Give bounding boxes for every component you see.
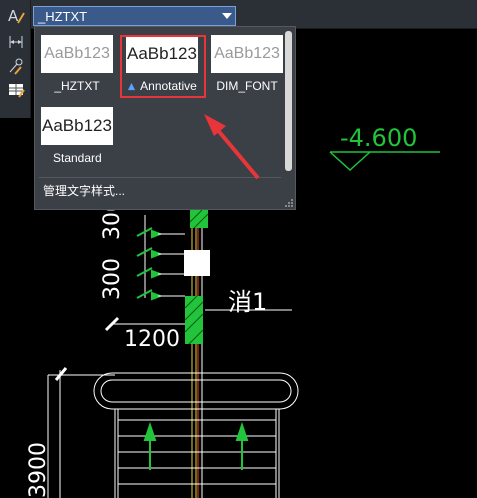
annotation-arrow (204, 114, 260, 180)
